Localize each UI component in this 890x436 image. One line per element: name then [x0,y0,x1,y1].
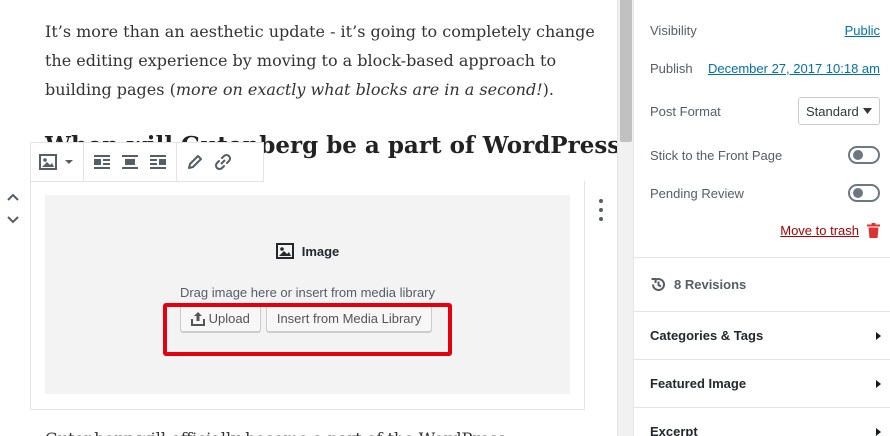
visibility-row: Visibility Public [650,20,880,40]
excerpt-label: Excerpt [650,424,698,436]
excerpt-panel: Excerpt [634,407,890,436]
publish-label: Publish [650,60,693,76]
image-icon [39,154,57,170]
categories-tags-label: Categories & Tags [650,328,764,343]
image-placeholder[interactable]: Image Drag image here or insert from med… [45,195,570,394]
image-icon [275,243,294,259]
alignment-group [84,143,177,181]
trash-row: Move to trash [780,223,880,238]
block-switcher-group [31,143,84,181]
ellipsis-dot-icon [599,217,603,221]
edit-image-button[interactable] [181,147,209,177]
categories-tags-panel: Categories & Tags [634,311,890,359]
paragraph-block[interactable]: It’s more than an aesthetic update - it’… [45,17,605,104]
upload-icon [190,311,205,326]
image-block[interactable]: Image Drag image here or insert from med… [30,181,585,410]
placeholder-buttons: Upload Insert from Media Library [176,302,436,334]
sticky-row: Stick to the Front Page [650,145,880,165]
post-format-select[interactable]: Standard [798,97,880,125]
ellipsis-dot-icon [599,199,603,203]
caret-right-icon [876,427,881,436]
media-library-button-label: Insert from Media Library [276,310,422,326]
history-icon [651,278,665,292]
post-format-row: Post Format Standard [650,97,880,125]
post-format-label: Post Format [650,103,721,119]
align-center-button[interactable] [116,147,144,177]
pending-review-label: Pending Review [650,185,744,201]
placeholder-title-label: Image [301,243,340,259]
featured-image-toggle[interactable]: Featured Image [650,376,881,391]
sticky-toggle[interactable] [848,146,880,164]
block-switcher-button[interactable] [35,147,79,177]
revisions-label: 8 Revisions [674,277,747,292]
editor-canvas: It’s more than an aesthetic update - it’… [0,0,617,436]
align-center-icon [122,155,138,169]
placeholder-instructions: Drag image here or insert from media lib… [179,285,436,300]
scrollbar-thumb[interactable] [620,0,632,142]
link-icon [214,153,232,171]
placeholder-title: Image [45,243,570,259]
paragraph-italic-text: more on exactly what blocks are in a sec… [175,80,543,99]
block-settings-menu-button[interactable] [593,199,609,221]
revisions-link[interactable]: 8 Revisions [650,276,746,293]
move-to-trash-link[interactable]: Move to trash [780,223,859,238]
caret-right-icon [876,379,881,388]
pending-review-toggle[interactable] [848,184,880,202]
chevron-up-icon [7,193,19,201]
chevron-down-icon [863,108,872,114]
upload-button[interactable]: Upload [179,303,261,333]
chevron-down-icon [65,160,73,164]
ellipsis-dot-icon [599,208,603,212]
visibility-link[interactable]: Public [845,23,880,38]
caret-right-icon [876,331,881,340]
chevron-down-icon [7,216,19,224]
insert-link-button[interactable] [209,147,237,177]
insert-from-media-library-button[interactable]: Insert from Media Library [265,303,433,333]
visibility-label: Visibility [650,22,697,38]
align-right-button[interactable] [144,147,172,177]
align-left-button[interactable] [88,147,116,177]
settings-sidebar: Visibility Public Publish December 27, 2… [633,0,890,436]
move-block-down-button[interactable] [4,211,22,229]
sticky-label: Stick to the Front Page [650,147,783,163]
upload-button-label: Upload [208,310,250,326]
align-right-icon [150,155,166,169]
pencil-icon [188,155,202,169]
excerpt-toggle[interactable]: Excerpt [650,424,881,436]
paragraph-text-end: ). [542,80,554,99]
post-format-value: Standard [806,103,859,119]
pending-review-row: Pending Review [650,183,880,203]
featured-image-panel: Featured Image [634,359,890,407]
publish-date-link[interactable]: December 27, 2017 10:18 am [708,61,880,76]
edit-group [177,143,241,181]
publish-row: Publish December 27, 2017 10:18 am [650,58,880,78]
trash-icon[interactable] [867,223,880,238]
paragraph-block[interactable]: Gutenberg will officially become a part … [45,424,605,436]
move-block-up-button[interactable] [4,188,22,206]
categories-tags-toggle[interactable]: Categories & Tags [650,328,881,343]
editor-scrollbar[interactable] [617,0,633,436]
block-toolbar [30,142,264,182]
align-left-icon [94,155,110,169]
featured-image-label: Featured Image [650,376,747,391]
